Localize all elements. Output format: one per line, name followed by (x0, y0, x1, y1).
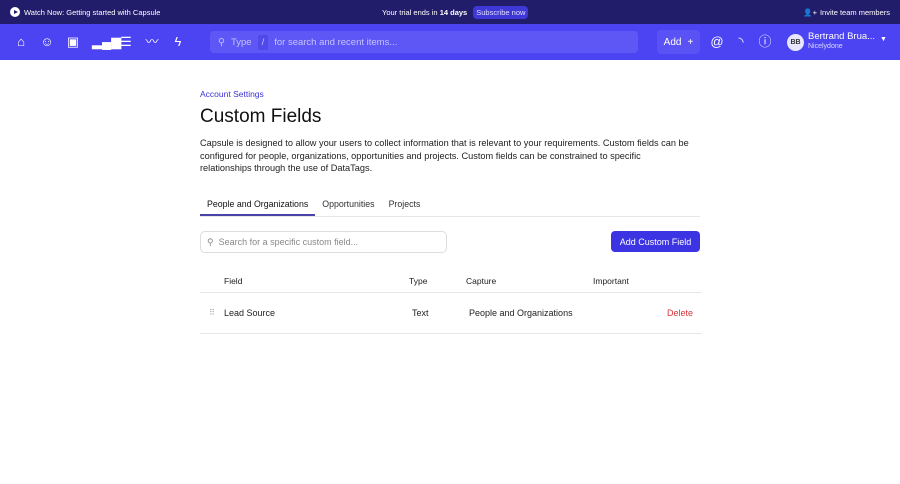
list-icon[interactable]: ☰ (118, 34, 134, 50)
avatar[interactable]: BB (787, 34, 804, 51)
search-type-label: Type (230, 36, 252, 48)
invite-label: Invite team members (819, 7, 890, 17)
add-label: Add (663, 36, 682, 48)
trial-days: 14 days (439, 7, 468, 17)
plus-icon: + (687, 36, 694, 48)
lightning-icon[interactable]: ϟ (170, 34, 186, 50)
invite-team-button[interactable]: 👤+ Invite team members (803, 0, 890, 24)
search-icon: ⚲ (218, 36, 225, 48)
page-title: Custom Fields (200, 106, 322, 127)
tab-people-and-organizations[interactable]: People and Organizations (200, 190, 316, 216)
user-name: Bertrand Brua... (808, 31, 876, 42)
mentions-icon[interactable]: @ (709, 34, 725, 50)
add-user-icon: 👤+ (803, 7, 817, 17)
subscribe-button[interactable]: Subscribe now (473, 5, 529, 19)
person-icon[interactable]: ☺ (39, 34, 55, 50)
tab-opportunities[interactable]: Opportunities (315, 190, 381, 216)
calendar-icon[interactable]: ▣ (65, 34, 81, 50)
watch-now-label: Watch Now: Getting started with Capsule (24, 7, 161, 17)
page-description: Capsule is designed to allow your users … (200, 138, 689, 174)
column-header-type: Type (409, 276, 428, 286)
help-icon[interactable]: ⓘ (757, 34, 773, 50)
column-header-field: Field (224, 276, 243, 286)
breadcrumb[interactable]: Account Settings (200, 89, 264, 99)
tabs: People and Organizations Opportunities P… (200, 190, 700, 217)
field-capture: People and Organizations (469, 308, 573, 318)
play-icon (10, 7, 20, 17)
add-custom-field-button[interactable]: Add Custom Field (611, 231, 700, 252)
bar-chart-icon[interactable]: ▂▄▆ (92, 34, 121, 50)
field-type: Text (412, 308, 429, 318)
search-placeholder: for search and recent items... (274, 36, 398, 48)
main-nav: ⌂ ☺ ▣ ▂▄▆ ☰ 〰 ϟ ⚲ Type / for search and rec… (0, 24, 900, 60)
feed-icon[interactable]: ◝ (733, 34, 749, 50)
global-search-input[interactable]: ⚲ Type / for search and recent items... (210, 31, 638, 53)
search-shortcut: / (257, 34, 269, 50)
user-org: Nicelydone (808, 43, 843, 50)
column-header-capture: Capture (466, 276, 497, 286)
watch-now-link[interactable]: Watch Now: Getting started with Capsule (10, 7, 160, 17)
search-placeholder: Search for a specific custom field... (218, 237, 359, 247)
trial-prefix: Your trial ends in (382, 7, 438, 17)
trial-text: Your trial ends in 14 days (382, 8, 467, 17)
column-header-important: Important (593, 276, 629, 286)
announcement-bar: Watch Now: Getting started with Capsule … (0, 0, 900, 24)
field-name[interactable]: Lead Source (224, 308, 275, 318)
custom-field-search-input[interactable]: ⚲ Search for a specific custom field... (200, 231, 447, 253)
add-button[interactable]: Add + (657, 30, 700, 54)
divider (200, 333, 702, 334)
user-menu[interactable]: Bertrand Brua... Nicelydone (808, 32, 875, 52)
search-icon: ⚲ (207, 236, 214, 247)
tab-projects[interactable]: Projects (382, 190, 428, 216)
delete-button[interactable]: Delete (667, 308, 693, 318)
drag-handle-icon[interactable]: ⠿ (209, 308, 215, 317)
trend-icon[interactable]: 〰 (144, 34, 160, 50)
home-icon[interactable]: ⌂ (13, 34, 29, 50)
divider (200, 292, 702, 293)
chevron-down-icon[interactable]: ▼ (880, 36, 887, 43)
